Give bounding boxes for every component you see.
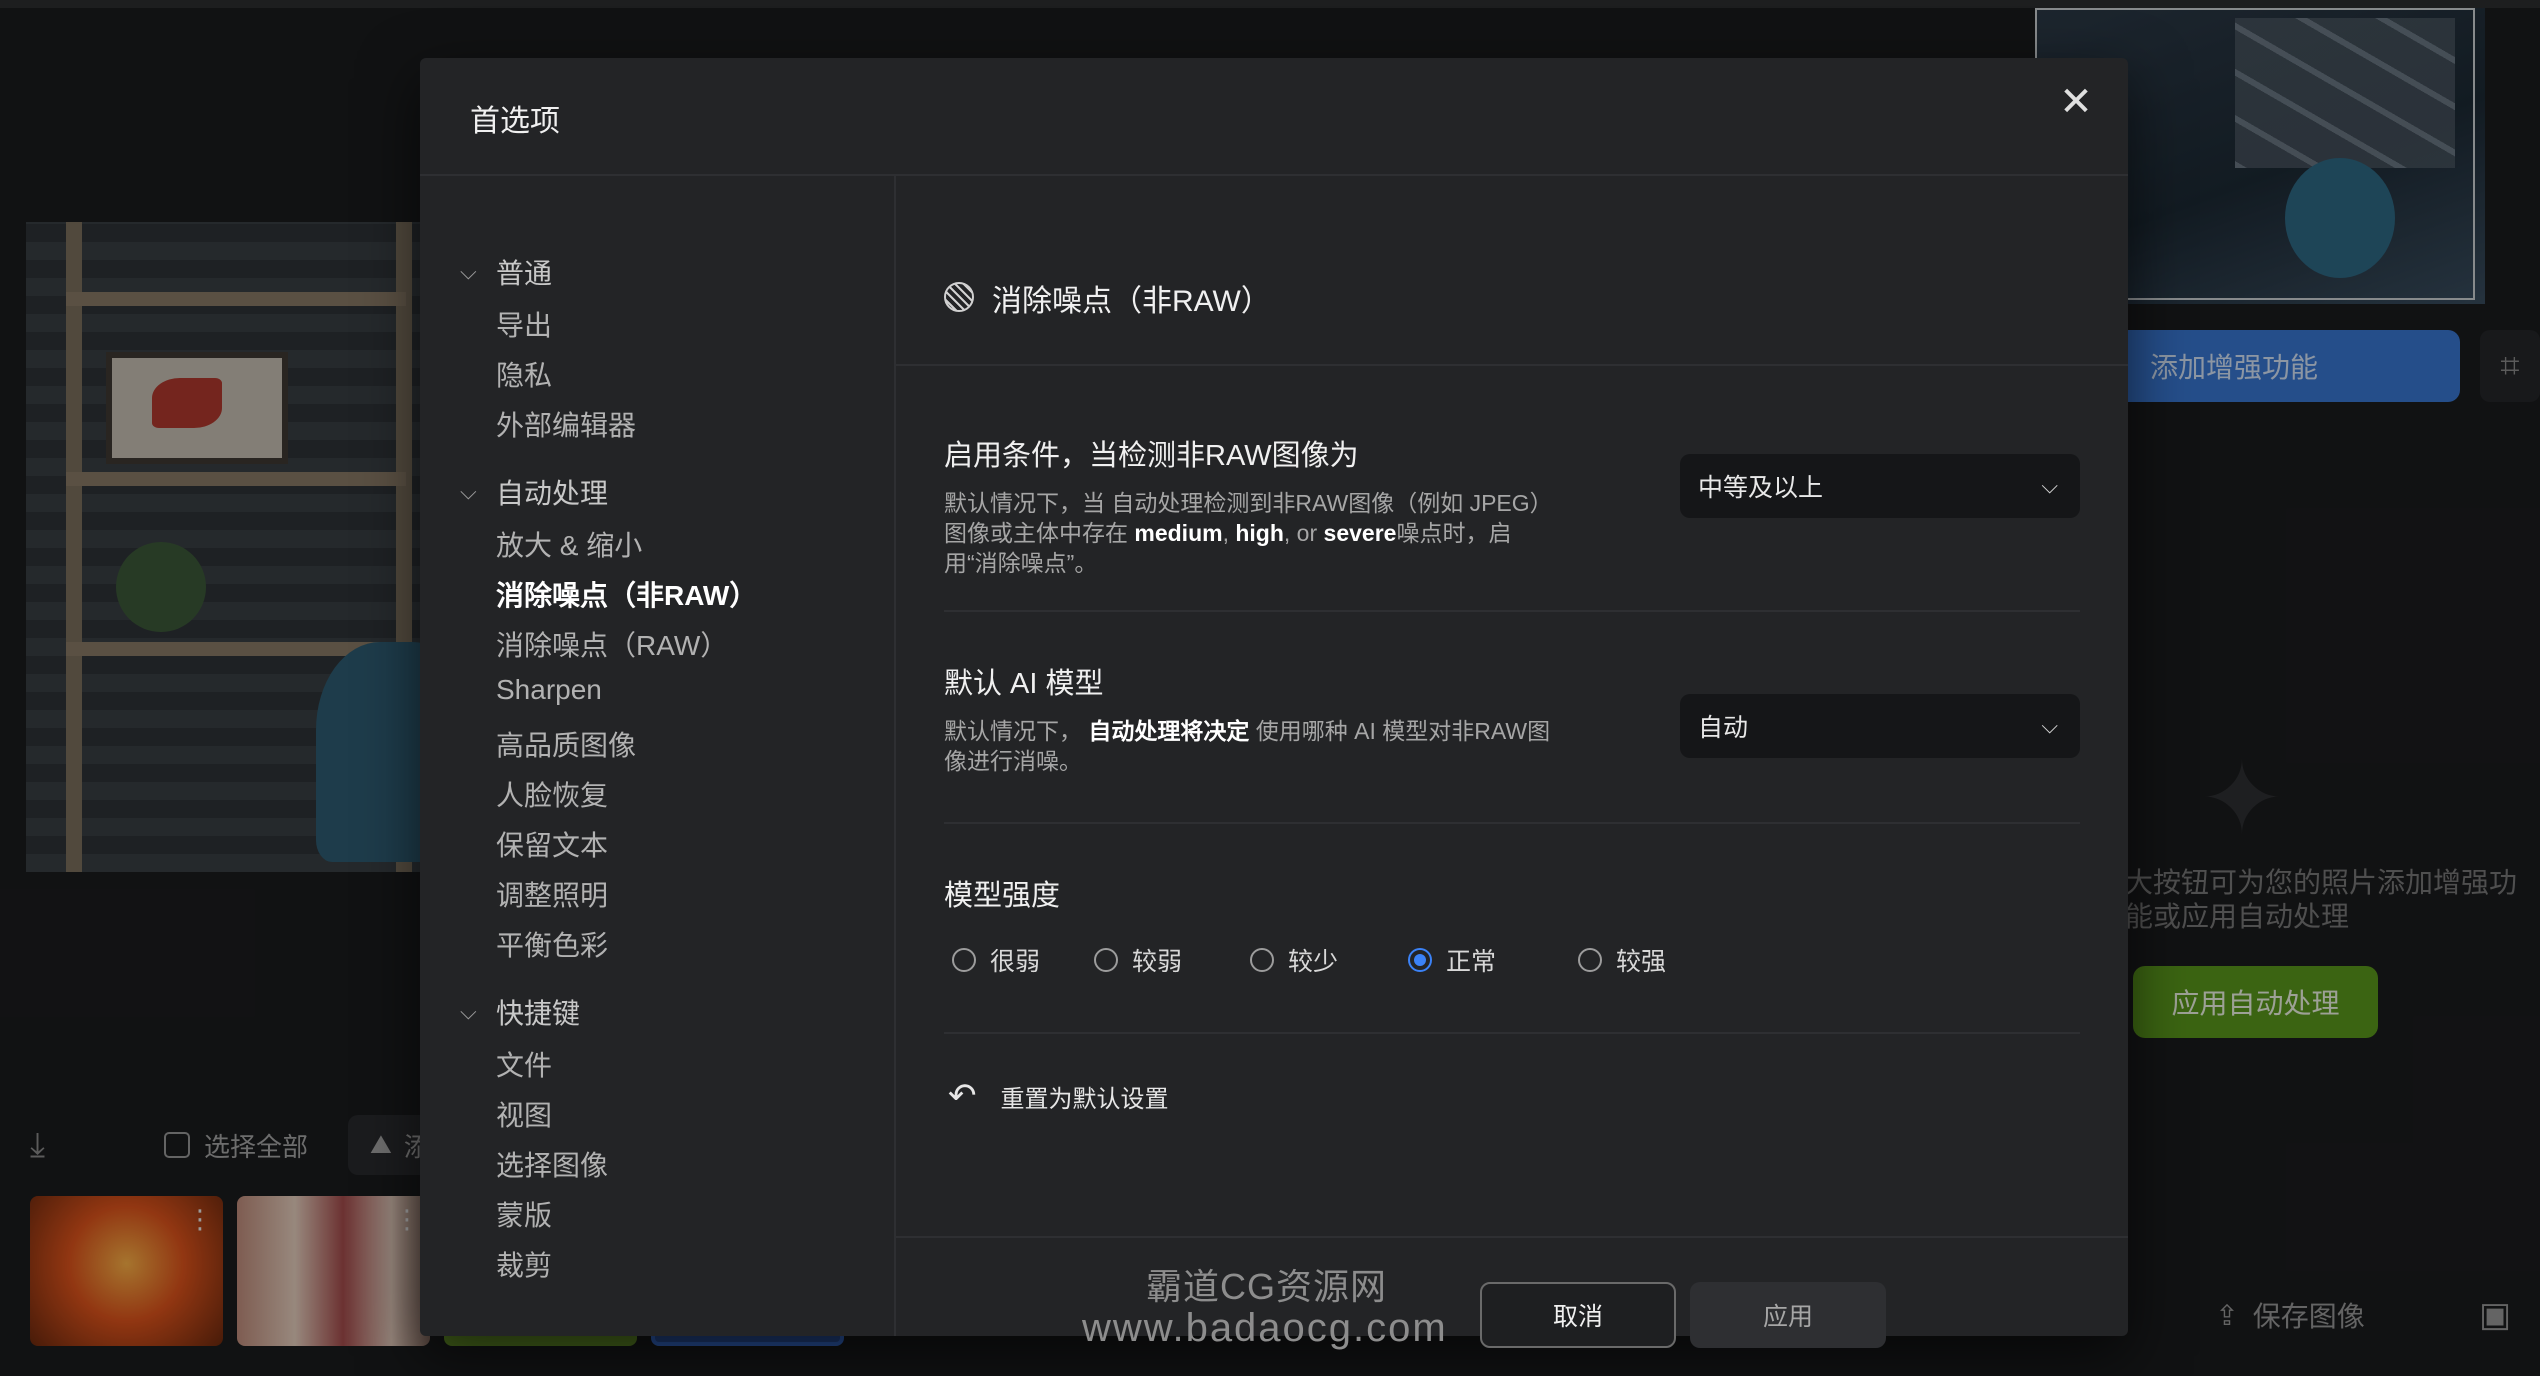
sidebar-item-adjust-lighting[interactable]: 调整照明 [496, 874, 608, 914]
strength-option-normal[interactable]: 正常 [1408, 942, 1496, 978]
sidebar-item-external-editor[interactable]: 外部编辑器 [496, 404, 636, 444]
dialog-title: 首选项 [470, 105, 560, 138]
section-title: 消除噪点（非RAW） [992, 285, 1271, 318]
chevron-down-icon: ⌵ [460, 999, 477, 1024]
sidebar-group-autopilot[interactable]: ⌵ 自动处理 [460, 472, 608, 512]
strength-option-less[interactable]: 较少 [1250, 942, 1338, 978]
watermark-url: www.badaocg.com [1082, 1306, 1448, 1350]
dialog-header: 首选项 ✕ [420, 58, 2128, 176]
ai-model-select[interactable]: 自动 ⌵ [1680, 694, 2080, 758]
preferences-dialog: 首选项 ✕ ⌵ 普通 导出 隐私 外部编辑器 ⌵ 自动处理 放大 & 缩小 消除噪点… [420, 58, 2128, 1348]
watermark-title: 霸道CG资源网 [1146, 1266, 1388, 1307]
ai-model-setting: 默认 AI 模型 默认情况下， 自动处理将决定 使用哪种 AI 模型对非RAW图… [944, 612, 2080, 824]
sidebar-item-denoise-raw[interactable]: 消除噪点（RAW） [496, 624, 728, 664]
sidebar-item-mask[interactable]: 蒙版 [496, 1194, 552, 1234]
strength-label: 模型强度 [944, 880, 1061, 912]
denoise-icon [944, 282, 974, 312]
sidebar-item-export[interactable]: 导出 [496, 304, 552, 344]
sidebar-item-preserve-text[interactable]: 保留文本 [496, 824, 608, 864]
condition-description: 默认情况下，当 自动处理检测到非RAW图像（例如 JPEG）图像或主体中存在 m… [944, 490, 1553, 576]
radio-dot-selected [1408, 948, 1432, 972]
chevron-down-icon: ⌵ [460, 479, 477, 504]
ai-model-description: 默认情况下， 自动处理将决定 使用哪种 AI 模型对非RAW图像进行消噪。 [944, 718, 1551, 774]
sidebar-item-view[interactable]: 视图 [496, 1094, 552, 1134]
condition-setting: 启用条件，当检测非RAW图像为 默认情况下，当 自动处理检测到非RAW图像（例如… [944, 366, 2080, 612]
apply-button[interactable]: 应用 [1690, 1282, 1886, 1348]
ai-model-select-value: 自动 [1698, 714, 1749, 742]
condition-select-value: 中等及以上 [1698, 474, 1824, 502]
sidebar-item-face-recovery[interactable]: 人脸恢复 [496, 774, 608, 814]
ai-model-label: 默认 AI 模型 [944, 668, 1104, 700]
sidebar-item-sharpen[interactable]: Sharpen [496, 674, 602, 706]
sidebar-item-high-quality[interactable]: 高品质图像 [496, 724, 636, 764]
sidebar-item-crop[interactable]: 裁剪 [496, 1244, 552, 1284]
preferences-sidebar: ⌵ 普通 导出 隐私 外部编辑器 ⌵ 自动处理 放大 & 缩小 消除噪点（非RAW）… [420, 176, 896, 1336]
close-icon: ✕ [2059, 80, 2093, 124]
strength-option-very-weak[interactable]: 很弱 [952, 942, 1040, 978]
chevron-down-icon: ⌵ [2041, 473, 2058, 498]
radio-dot [1578, 948, 1602, 972]
sidebar-item-file[interactable]: 文件 [496, 1044, 552, 1084]
cancel-button[interactable]: 取消 [1480, 1282, 1676, 1348]
strength-setting: 模型强度 很弱 较弱 较少 正常 较强 [944, 824, 2080, 1034]
sidebar-group-shortcuts[interactable]: ⌵ 快捷键 [460, 992, 580, 1032]
sidebar-item-balance-color[interactable]: 平衡色彩 [496, 924, 608, 964]
condition-select[interactable]: 中等及以上 ⌵ [1680, 454, 2080, 518]
sidebar-item-upscale[interactable]: 放大 & 缩小 [496, 524, 642, 564]
radio-dot [952, 948, 976, 972]
radio-dot [1094, 948, 1118, 972]
chevron-down-icon: ⌵ [460, 259, 477, 284]
sidebar-item-denoise-nonraw[interactable]: 消除噪点（非RAW） [496, 574, 757, 614]
sidebar-item-select-image[interactable]: 选择图像 [496, 1144, 608, 1184]
strength-option-strong[interactable]: 较强 [1578, 942, 1666, 978]
chevron-down-icon: ⌵ [2041, 713, 2058, 738]
sidebar-group-general[interactable]: ⌵ 普通 [460, 252, 552, 292]
radio-dot [1250, 948, 1274, 972]
dialog-footer: 取消 应用 [896, 1236, 2128, 1348]
condition-label: 启用条件，当检测非RAW图像为 [944, 440, 1359, 472]
strength-option-weak[interactable]: 较弱 [1094, 942, 1182, 978]
section-header: 消除噪点（非RAW） [896, 176, 2128, 366]
undo-icon: ↶ [948, 1077, 977, 1115]
sidebar-item-privacy[interactable]: 隐私 [496, 354, 552, 394]
reset-defaults-button[interactable]: ↶ 重置为默认设置 [948, 1076, 1169, 1116]
close-button[interactable]: ✕ [2046, 72, 2106, 132]
preferences-content: 消除噪点（非RAW） 启用条件，当检测非RAW图像为 默认情况下，当 自动处理检… [896, 176, 2128, 1236]
